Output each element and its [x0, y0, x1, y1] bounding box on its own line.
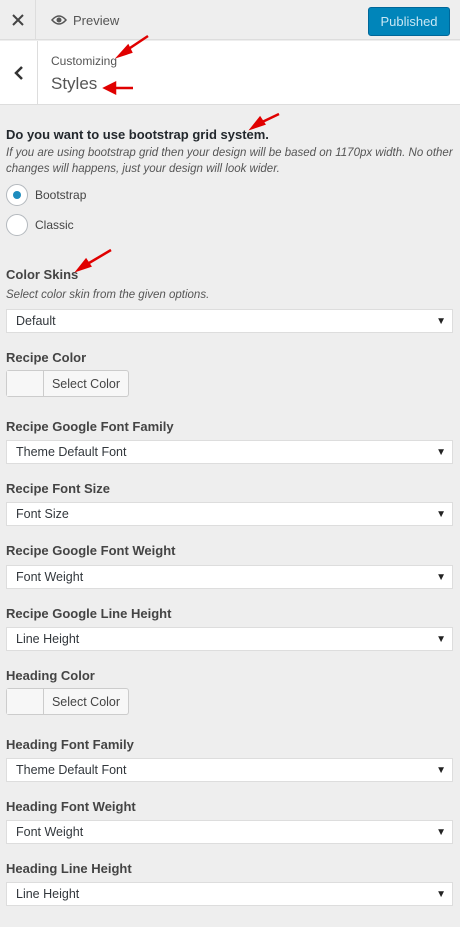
recipe-line-height-label: Recipe Google Line Height	[6, 606, 172, 621]
dropdown-arrow-icon: ▼	[436, 889, 446, 900]
dropdown-arrow-icon: ▼	[436, 634, 446, 645]
recipe-color-label: Recipe Color	[6, 350, 87, 365]
color-skins-select[interactable]: Default ▼	[6, 309, 453, 333]
recipe-font-family-label: Recipe Google Font Family	[6, 419, 174, 434]
heading-font-weight-select[interactable]: Font Weight ▼	[6, 820, 453, 844]
color-swatch	[7, 689, 44, 714]
recipe-font-weight-label: Recipe Google Font Weight	[6, 543, 176, 558]
color-swatch	[7, 371, 44, 396]
heading-color-label: Heading Color	[6, 668, 95, 683]
dropdown-arrow-icon: ▼	[436, 509, 446, 520]
dropdown-arrow-icon: ▼	[436, 316, 446, 327]
heading-line-height-select[interactable]: Line Height ▼	[6, 882, 453, 906]
dropdown-arrow-icon: ▼	[436, 572, 446, 583]
heading-color-button[interactable]: Select Color	[6, 688, 129, 715]
heading-font-family-select[interactable]: Theme Default Font ▼	[6, 758, 453, 782]
recipe-font-weight-select[interactable]: Font Weight ▼	[6, 565, 453, 589]
dropdown-arrow-icon: ▼	[436, 827, 446, 838]
heading-line-height-label: Heading Line Height	[6, 861, 132, 876]
recipe-color-button[interactable]: Select Color	[6, 370, 129, 397]
recipe-font-family-select[interactable]: Theme Default Font ▼	[6, 440, 453, 464]
heading-font-weight-label: Heading Font Weight	[6, 799, 136, 814]
annotation-arrows	[74, 34, 280, 273]
recipe-line-height-select[interactable]: Line Height ▼	[6, 627, 453, 651]
dropdown-arrow-icon: ▼	[436, 765, 446, 776]
recipe-font-size-select[interactable]: Font Size ▼	[6, 502, 453, 526]
heading-font-family-label: Heading Font Family	[6, 737, 134, 752]
recipe-font-size-label: Recipe Font Size	[6, 481, 111, 496]
dropdown-arrow-icon: ▼	[436, 447, 446, 458]
